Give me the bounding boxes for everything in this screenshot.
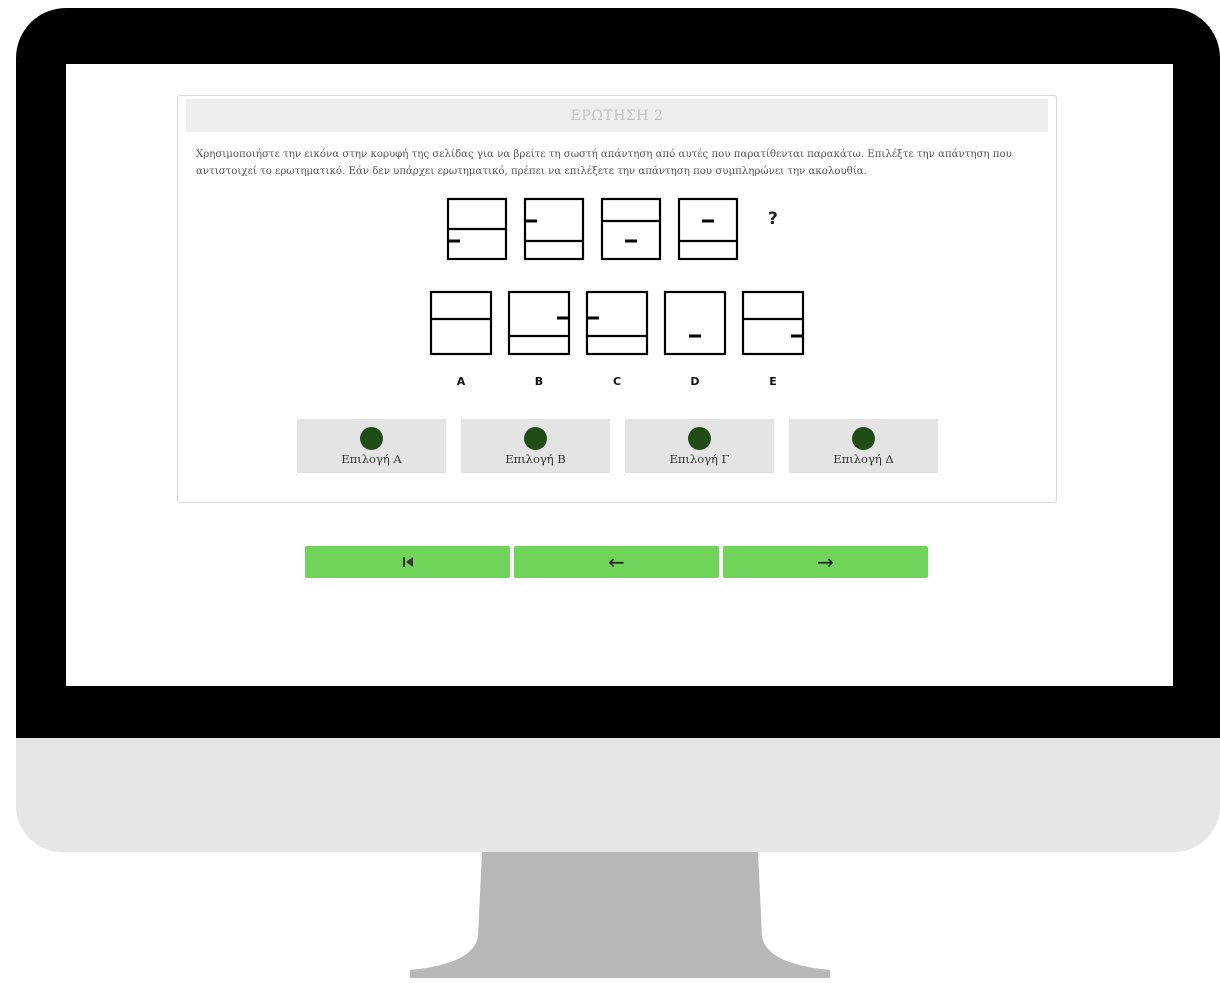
choice-button-c[interactable]: Επιλογή Γ <box>625 419 774 473</box>
monitor-stand <box>410 852 830 978</box>
choice-button-d[interactable]: Επιλογή Δ <box>789 419 938 473</box>
skip-to-first-icon <box>402 557 413 567</box>
monitor-chin <box>16 738 1220 852</box>
sequence-figure-1 <box>446 197 508 261</box>
option-letter-a: A <box>456 375 466 388</box>
screen: ΕΡΩΤΗΣΗ 2 Χρησιμοποιήστε την εικόνα στην… <box>66 64 1173 686</box>
choice-button-b[interactable]: Επιλογή Β <box>461 419 610 473</box>
radio-icon[interactable] <box>524 427 547 450</box>
option-figure-a <box>429 290 493 356</box>
choice-label: Επιλογή Β <box>505 452 566 466</box>
option-letter-c: C <box>612 375 622 388</box>
radio-icon[interactable] <box>360 427 383 450</box>
choice-label: Επιλογή Δ <box>833 452 894 466</box>
sequence-figure-2 <box>523 197 585 261</box>
arrow-left-icon: ← <box>608 550 625 574</box>
option-letter-b: B <box>534 375 544 388</box>
sequence-figure-3 <box>600 197 662 261</box>
previous-button[interactable]: ← <box>514 546 719 578</box>
sequence-figure-4 <box>677 197 739 261</box>
question-card: ΕΡΩΤΗΣΗ 2 Χρησιμοποιήστε την εικόνα στην… <box>177 95 1057 503</box>
question-mark: ? <box>768 209 778 229</box>
choice-label: Επιλογή Α <box>341 452 402 466</box>
option-figure-e <box>741 290 805 356</box>
option-figure-c <box>585 290 649 356</box>
option-figure-d <box>663 290 727 356</box>
question-header: ΕΡΩΤΗΣΗ 2 <box>186 99 1048 132</box>
option-letter-e: E <box>769 375 777 388</box>
radio-icon[interactable] <box>688 427 711 450</box>
option-letter-d: D <box>690 375 700 388</box>
arrow-right-icon: → <box>817 550 834 574</box>
next-button[interactable]: → <box>723 546 928 578</box>
first-question-button[interactable] <box>305 546 510 578</box>
option-figure-b <box>507 290 571 356</box>
instructions-text: Χρησιμοποιήστε την εικόνα στην κορυφή τη… <box>196 149 1012 177</box>
radio-icon[interactable] <box>852 427 875 450</box>
choice-button-a[interactable]: Επιλογή Α <box>297 419 446 473</box>
choice-label: Επιλογή Γ <box>669 452 730 466</box>
